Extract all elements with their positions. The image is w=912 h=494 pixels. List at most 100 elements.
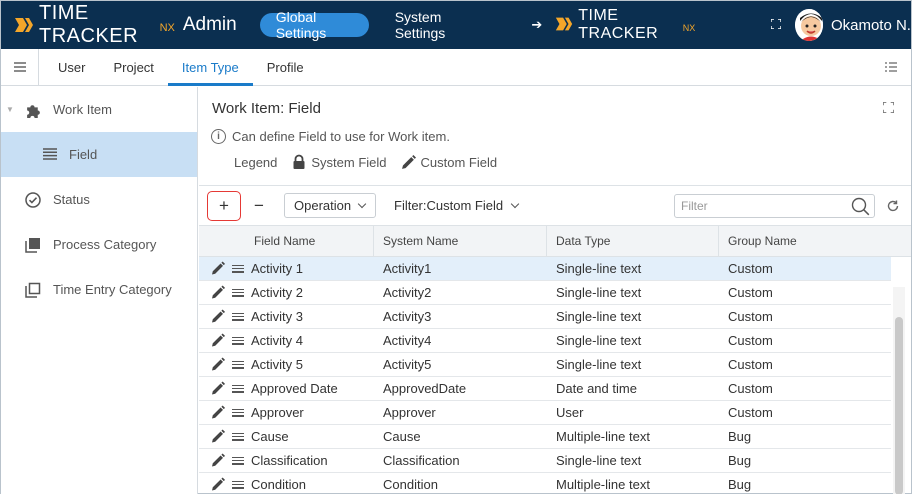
cell-data-type: Single-line text [556,333,642,348]
collapse-triangle-icon[interactable]: ▼ [6,105,14,114]
avatar[interactable] [795,9,823,41]
tab-item-type[interactable]: Item Type [167,49,253,86]
section-nav: User Project Item Type Profile [1,49,911,86]
operation-label: Operation [294,198,352,213]
filter-label: Filter:Custom Field [394,198,504,213]
sidebar-item-work-item[interactable]: ▼ Work Item [1,87,197,132]
sidebar-item-status[interactable]: Status [1,177,197,222]
edit-pencil-icon[interactable] [211,357,225,372]
remove-button[interactable]: − [249,196,269,216]
field-name-text: Activity 1 [251,261,304,276]
top-bar: TIME TRACKER NX Admin Global Settings Sy… [1,1,911,49]
cell-data-type: Single-line text [556,261,642,276]
drag-handle-icon[interactable] [232,335,244,347]
cell-group-name: Custom [728,381,773,396]
drag-handle-icon[interactable] [232,479,244,491]
cell-system-name: Activity2 [383,285,432,300]
cell-data-type: Date and time [556,381,637,396]
add-button[interactable]: + [207,190,241,221]
drag-handle-icon[interactable] [232,359,244,371]
edit-pencil-icon[interactable] [211,429,225,444]
drag-handle-icon[interactable] [232,383,244,395]
table-row[interactable]: Approver Approver User Custom [199,401,891,425]
sidebar-item-label: Time Entry Category [53,282,172,297]
column-header-group-name[interactable]: Group Name [719,226,891,256]
field-name-text: Approver [251,405,304,420]
field-name-text: Activity 4 [251,333,304,348]
drag-handle-icon[interactable] [232,263,244,275]
expand-icon[interactable] [882,101,895,114]
field-name-text: Activity 5 [251,357,304,372]
sidebar-item-field[interactable]: Field [1,132,197,177]
column-header-data-type[interactable]: Data Type [547,226,719,256]
tab-profile[interactable]: Profile [253,49,318,85]
drag-handle-icon[interactable] [232,311,244,323]
fields-table: Field Name System Name Data Type Group N… [199,225,911,494]
table-row[interactable]: Activity 3 Activity3 Single-line text Custo… [199,305,891,329]
list-view-icon[interactable] [871,49,911,85]
table-row[interactable]: Approved Date ApprovedDate Date and time Cu… [199,377,891,401]
tab-user[interactable]: User [44,49,99,85]
cell-field-name: Approver [199,401,374,425]
sidebar-item-process-category[interactable]: Process Category [1,222,197,267]
main-panel: Work Item: Field i Can define Field to u… [199,87,911,494]
puzzle-icon [25,102,41,118]
field-name-text: Cause [251,429,289,444]
pencil-icon [401,154,416,169]
sidebar-item-time-entry-category[interactable]: Time Entry Category [1,267,197,312]
system-settings-button[interactable]: System Settings [379,9,484,41]
cell-group-name: Custom [728,405,773,420]
drag-handle-icon[interactable] [232,407,244,419]
scrollbar-thumb[interactable] [895,317,903,494]
cell-system-name: Classification [383,453,460,468]
cell-field-name: Approved Date [199,377,374,401]
table-row[interactable]: Classification Classification Single-line … [199,449,891,473]
edit-pencil-icon[interactable] [211,381,225,396]
user-name[interactable]: Okamoto N. [831,17,911,34]
app-logo[interactable]: TIME TRACKER NX Admin [13,1,237,49]
filter-search-box [674,193,875,218]
stack-icon [25,237,41,253]
field-name-text: Condition [251,477,306,492]
filter-input[interactable] [681,195,851,216]
legend-custom-field: Custom Field [401,154,497,170]
edit-pencil-icon[interactable] [211,309,225,324]
search-icon[interactable] [851,197,870,216]
edit-pencil-icon[interactable] [211,261,225,276]
cell-data-type: Multiple-line text [556,477,650,492]
table-row[interactable]: Activity 4 Activity4 Single-line text Custo… [199,329,891,353]
drag-handle-icon[interactable] [232,455,244,467]
cell-field-name: Activity 4 [199,329,374,353]
cell-field-name: Condition [199,473,374,494]
edit-pencil-icon[interactable] [211,405,225,420]
edit-pencil-icon[interactable] [211,333,225,348]
table-row[interactable]: Activity 1 Activity1 Single-line text Custo… [199,257,891,281]
table-row[interactable]: Condition Condition Multiple-line text Bug [199,473,891,494]
table-row[interactable]: Activity 2 Activity2 Single-line text Custo… [199,281,891,305]
edit-pencil-icon[interactable] [211,285,225,300]
cell-group-name: Bug [728,477,752,492]
column-header-system-name[interactable]: System Name [374,226,547,256]
timetracker-link[interactable]: TIME TRACKER NX [554,7,703,43]
edit-pencil-icon[interactable] [211,477,225,492]
menu-icon[interactable] [1,49,39,85]
filter-dropdown[interactable]: Filter:Custom Field [394,198,520,213]
description: i Can define Field to use for Work item. [211,129,450,144]
global-settings-button[interactable]: Global Settings [259,9,369,41]
drag-handle-icon[interactable] [232,287,244,299]
drag-handle-icon[interactable] [232,431,244,443]
column-header-field-name[interactable]: Field Name [199,226,374,256]
tab-project[interactable]: Project [99,49,167,85]
fullscreen-icon[interactable] [770,17,782,32]
cell-system-name: Activity5 [383,357,432,372]
cell-data-type: Multiple-line text [556,429,650,444]
table-row[interactable]: Cause Cause Multiple-line text Bug [199,425,891,449]
list-icon [43,147,59,163]
cell-group-name: Custom [728,333,773,348]
refresh-icon[interactable] [875,200,911,212]
table-row[interactable]: Activity 5 Activity5 Single-line text Custo… [199,353,891,377]
cell-group-name: Bug [728,453,752,468]
operation-dropdown[interactable]: Operation [284,193,376,218]
sidebar-item-label: Work Item [53,102,112,117]
edit-pencil-icon[interactable] [211,453,225,468]
